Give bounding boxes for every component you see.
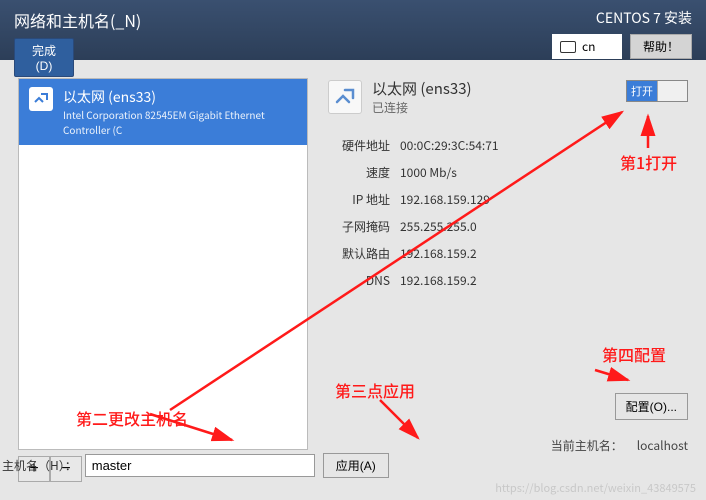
interface-desc: Intel Corporation 82545EM Gigabit Ethern… [63, 107, 297, 137]
toggle-on-label: 打开 [627, 81, 657, 101]
detail-label: 默认路由 [328, 245, 390, 262]
connection-toggle[interactable]: 打开 [626, 80, 688, 102]
keyboard-icon [560, 41, 576, 53]
detail-label: DNS [328, 272, 390, 289]
header: 网络和主机名(_N) 完成(D) CENTOS 7 安装 cn 帮助！ [0, 0, 706, 60]
hostname-input[interactable] [85, 454, 315, 477]
keyboard-layout-label: cn [582, 38, 595, 55]
ethernet-detail-icon [328, 80, 362, 114]
detail-label: 速度 [328, 164, 390, 181]
detail-value: 00:0C:29:3C:54:71 [400, 137, 499, 154]
toggle-off-area [657, 81, 687, 101]
main-content: 以太网 (ens33) Intel Corporation 82545EM Gi… [0, 60, 706, 500]
detail-row: IP 地址 192.168.159.129 [328, 186, 688, 213]
detail-row: DNS 192.168.159.2 [328, 267, 688, 294]
detail-title: 以太网 (ens33) [372, 78, 472, 99]
detail-panel: 以太网 (ens33) 已连接 打开 硬件地址 00:0C:29:3C:54:71… [328, 78, 688, 482]
hostname-label: 主机名（H）： [2, 457, 77, 474]
detail-label: 子网掩码 [328, 218, 390, 235]
interface-item[interactable]: 以太网 (ens33) Intel Corporation 82545EM Gi… [19, 79, 307, 145]
interface-panel: 以太网 (ens33) Intel Corporation 82545EM Gi… [18, 78, 308, 482]
detail-status: 已连接 [372, 99, 472, 116]
detail-rows: 硬件地址 00:0C:29:3C:54:71 速度 1000 Mb/s IP 地址 192… [328, 132, 688, 294]
detail-row: 默认路由 192.168.159.2 [328, 240, 688, 267]
detail-value: 255.255.255.0 [400, 218, 477, 235]
configure-button[interactable]: 配置(O)... [615, 393, 688, 420]
ethernet-icon [29, 87, 53, 111]
page-title: 网络和主机名(_N) [14, 8, 141, 32]
current-hostname-value: localhost [637, 437, 688, 454]
keyboard-indicator[interactable]: cn [552, 34, 622, 59]
detail-value: 192.168.159.2 [400, 245, 477, 262]
current-hostname: 当前主机名： localhost [551, 437, 688, 454]
install-title: CENTOS 7 安装 [596, 8, 692, 28]
interface-list[interactable]: 以太网 (ens33) Intel Corporation 82545EM Gi… [18, 78, 308, 450]
detail-label: IP 地址 [328, 191, 390, 208]
interface-name: 以太网 (ens33) [63, 87, 297, 107]
detail-value: 192.168.159.2 [400, 272, 477, 289]
detail-label: 硬件地址 [328, 137, 390, 154]
detail-row: 子网掩码 255.255.255.0 [328, 213, 688, 240]
detail-value: 1000 Mb/s [400, 164, 457, 181]
detail-row: 硬件地址 00:0C:29:3C:54:71 [328, 132, 688, 159]
watermark: https://blog.csdn.net/weixin_43849575 [495, 480, 696, 496]
current-hostname-label: 当前主机名： [551, 437, 623, 454]
detail-value: 192.168.159.129 [400, 191, 490, 208]
detail-row: 速度 1000 Mb/s [328, 159, 688, 186]
help-button[interactable]: 帮助！ [630, 34, 692, 59]
